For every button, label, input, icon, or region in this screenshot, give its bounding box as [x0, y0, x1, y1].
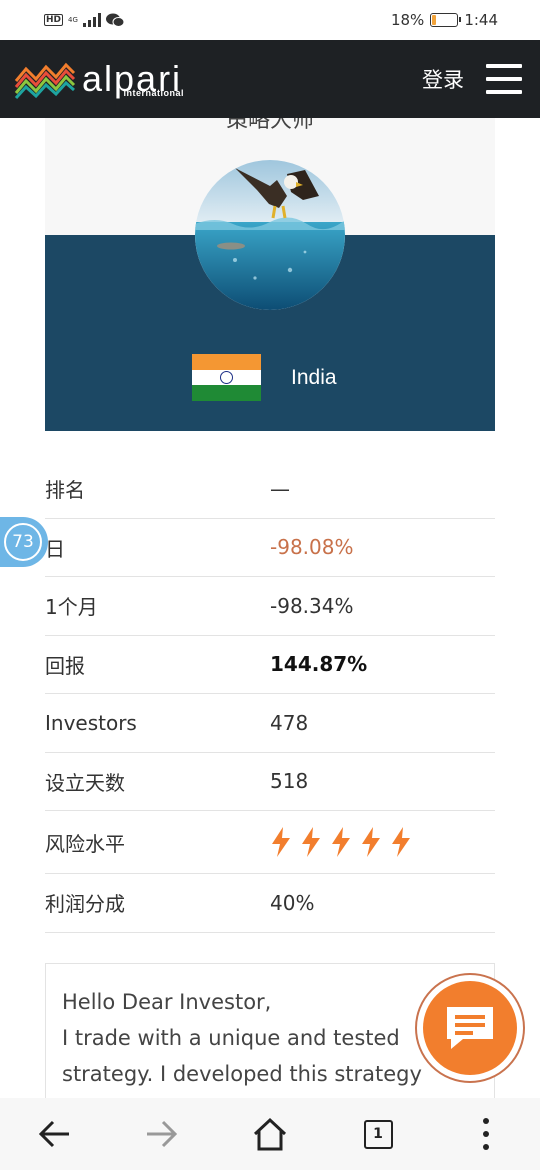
lightning-icon [272, 827, 290, 857]
avatar [195, 160, 345, 310]
menu-icon[interactable] [486, 61, 522, 97]
signal-icon [82, 13, 101, 27]
stat-row-rank: 排名 — [45, 460, 495, 519]
alpari-logo[interactable]: alpari international [14, 59, 184, 99]
lightning-icon [302, 827, 320, 857]
stat-row-risk: 风险水平 [45, 811, 495, 874]
stat-value: 144.87% [270, 652, 368, 677]
lightning-icon [362, 827, 380, 857]
forward-button[interactable] [132, 1104, 192, 1164]
description-line: strategy. I developed this strategy [62, 1062, 422, 1086]
floating-counter-button[interactable]: 73 [0, 517, 48, 567]
arrow-right-icon [147, 1120, 178, 1148]
back-button[interactable] [24, 1104, 84, 1164]
stats-table: 排名 — 日 -98.08% 1个月 -98.34% 回报 144.87% In… [45, 460, 495, 933]
stat-value: 40% [270, 890, 315, 915]
stat-value: -98.34% [270, 593, 354, 618]
strategy-title: 策略大师 [225, 118, 314, 133]
home-button[interactable] [240, 1104, 300, 1164]
chat-icon [423, 981, 517, 1075]
stat-label: 设立天数 [45, 770, 125, 795]
clock: 1:44 [464, 11, 498, 29]
avatar-eagle-image [195, 160, 345, 310]
stat-label: 日 [45, 536, 65, 561]
stat-value: 478 [270, 710, 309, 735]
logo-waves-icon [14, 62, 76, 99]
risk-level-indicator [270, 827, 495, 857]
header-actions: 登录 [422, 61, 522, 97]
stat-value: — [270, 476, 290, 501]
stat-value: 518 [270, 769, 309, 794]
lightning-icon [392, 827, 410, 857]
country-name: India [291, 365, 337, 389]
stat-row-profit-share: 利润分成 40% [45, 874, 495, 933]
status-left: HD 4G [44, 13, 124, 27]
browser-nav-bar: 1 [0, 1098, 540, 1170]
status-right: 18% 1:44 [391, 11, 498, 29]
country-row: India [192, 354, 337, 402]
stat-value: -98.08% [270, 535, 354, 560]
india-flag-icon [192, 354, 261, 402]
battery-icon [430, 13, 462, 27]
more-menu-button[interactable] [456, 1104, 516, 1164]
stat-row-month: 1个月 -98.34% [45, 577, 495, 636]
stat-row-return: 回报 144.87% [45, 636, 495, 694]
stat-row-investors: Investors 478 [45, 694, 495, 753]
stat-label: 利润分成 [45, 892, 125, 917]
counter-badge: 73 [4, 523, 42, 561]
battery-fill [432, 15, 437, 25]
stat-label: Investors [45, 710, 137, 735]
arrow-left-icon [38, 1120, 69, 1148]
hd-badge: HD [44, 14, 64, 26]
stat-label: 排名 [45, 478, 85, 503]
stat-label: 风险水平 [45, 831, 125, 856]
network-type: 4G [68, 15, 78, 24]
stat-label: 回报 [45, 653, 85, 678]
tabs-button[interactable]: 1 [348, 1104, 408, 1164]
stat-row-days: 设立天数 518 [45, 753, 495, 811]
wechat-icon [105, 13, 124, 27]
battery-percent: 18% [390, 11, 425, 29]
status-bar: HD 4G 18% 1:44 [0, 0, 540, 40]
network-indicator: 4G [68, 15, 78, 24]
login-link[interactable]: 登录 [422, 64, 464, 94]
more-vertical-icon [483, 1118, 489, 1150]
stat-label: 1个月 [45, 595, 98, 620]
site-header: alpari international 登录 [0, 40, 540, 118]
brand-sub: international [123, 88, 185, 98]
home-icon [253, 1117, 287, 1151]
brand-name: alpari international [82, 61, 184, 99]
lightning-icon [332, 827, 350, 857]
chat-button[interactable] [415, 973, 525, 1083]
tabs-count: 1 [363, 1119, 393, 1149]
stat-row-day: 日 -98.08% [45, 519, 495, 577]
